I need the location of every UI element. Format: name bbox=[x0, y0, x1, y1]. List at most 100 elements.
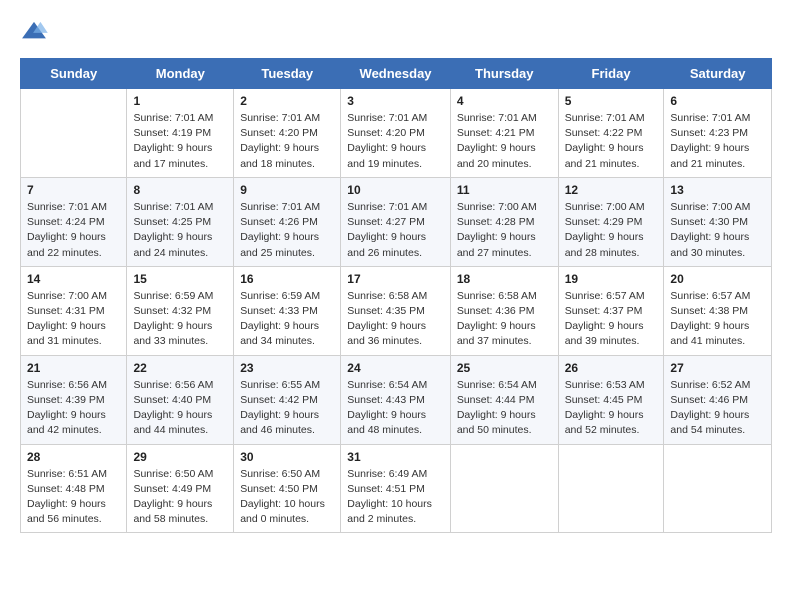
cell-info: Sunrise: 6:52 AMSunset: 4:46 PMDaylight:… bbox=[670, 378, 765, 439]
day-number: 23 bbox=[240, 361, 334, 375]
day-number: 3 bbox=[347, 94, 444, 108]
page-header bbox=[20, 20, 772, 42]
cell-info: Sunrise: 7:01 AMSunset: 4:25 PMDaylight:… bbox=[133, 200, 227, 261]
calendar-cell: 15 Sunrise: 6:59 AMSunset: 4:32 PMDaylig… bbox=[127, 266, 234, 355]
calendar-week-row: 21 Sunrise: 6:56 AMSunset: 4:39 PMDaylig… bbox=[21, 355, 772, 444]
cell-info: Sunrise: 6:58 AMSunset: 4:36 PMDaylight:… bbox=[457, 289, 552, 350]
cell-info: Sunrise: 6:55 AMSunset: 4:42 PMDaylight:… bbox=[240, 378, 334, 439]
day-number: 2 bbox=[240, 94, 334, 108]
day-number: 26 bbox=[565, 361, 658, 375]
cell-info: Sunrise: 6:57 AMSunset: 4:38 PMDaylight:… bbox=[670, 289, 765, 350]
day-number: 24 bbox=[347, 361, 444, 375]
cell-info: Sunrise: 7:01 AMSunset: 4:19 PMDaylight:… bbox=[133, 111, 227, 172]
calendar-cell: 27 Sunrise: 6:52 AMSunset: 4:46 PMDaylig… bbox=[664, 355, 772, 444]
calendar-cell bbox=[450, 444, 558, 533]
calendar-cell: 9 Sunrise: 7:01 AMSunset: 4:26 PMDayligh… bbox=[234, 177, 341, 266]
cell-info: Sunrise: 7:01 AMSunset: 4:26 PMDaylight:… bbox=[240, 200, 334, 261]
cell-info: Sunrise: 6:56 AMSunset: 4:40 PMDaylight:… bbox=[133, 378, 227, 439]
cell-info: Sunrise: 6:59 AMSunset: 4:33 PMDaylight:… bbox=[240, 289, 334, 350]
cell-info: Sunrise: 6:50 AMSunset: 4:49 PMDaylight:… bbox=[133, 467, 227, 528]
cell-info: Sunrise: 7:01 AMSunset: 4:24 PMDaylight:… bbox=[27, 200, 120, 261]
calendar-cell: 31 Sunrise: 6:49 AMSunset: 4:51 PMDaylig… bbox=[341, 444, 451, 533]
day-number: 13 bbox=[670, 183, 765, 197]
cell-info: Sunrise: 7:00 AMSunset: 4:31 PMDaylight:… bbox=[27, 289, 120, 350]
day-number: 10 bbox=[347, 183, 444, 197]
cell-info: Sunrise: 7:01 AMSunset: 4:22 PMDaylight:… bbox=[565, 111, 658, 172]
calendar-cell: 19 Sunrise: 6:57 AMSunset: 4:37 PMDaylig… bbox=[558, 266, 664, 355]
day-number: 28 bbox=[27, 450, 120, 464]
day-number: 11 bbox=[457, 183, 552, 197]
calendar-cell: 22 Sunrise: 6:56 AMSunset: 4:40 PMDaylig… bbox=[127, 355, 234, 444]
logo-icon bbox=[20, 20, 48, 42]
cell-info: Sunrise: 6:51 AMSunset: 4:48 PMDaylight:… bbox=[27, 467, 120, 528]
calendar-cell: 2 Sunrise: 7:01 AMSunset: 4:20 PMDayligh… bbox=[234, 89, 341, 178]
weekday-header-cell: Tuesday bbox=[234, 59, 341, 89]
calendar-cell: 14 Sunrise: 7:00 AMSunset: 4:31 PMDaylig… bbox=[21, 266, 127, 355]
day-number: 31 bbox=[347, 450, 444, 464]
calendar-week-row: 7 Sunrise: 7:01 AMSunset: 4:24 PMDayligh… bbox=[21, 177, 772, 266]
calendar-cell: 20 Sunrise: 6:57 AMSunset: 4:38 PMDaylig… bbox=[664, 266, 772, 355]
cell-info: Sunrise: 6:49 AMSunset: 4:51 PMDaylight:… bbox=[347, 467, 444, 528]
weekday-header-cell: Monday bbox=[127, 59, 234, 89]
cell-info: Sunrise: 7:01 AMSunset: 4:20 PMDaylight:… bbox=[347, 111, 444, 172]
weekday-header-cell: Sunday bbox=[21, 59, 127, 89]
calendar-cell: 21 Sunrise: 6:56 AMSunset: 4:39 PMDaylig… bbox=[21, 355, 127, 444]
calendar-body: 1 Sunrise: 7:01 AMSunset: 4:19 PMDayligh… bbox=[21, 89, 772, 533]
calendar-table: SundayMondayTuesdayWednesdayThursdayFrid… bbox=[20, 58, 772, 533]
day-number: 1 bbox=[133, 94, 227, 108]
cell-info: Sunrise: 6:53 AMSunset: 4:45 PMDaylight:… bbox=[565, 378, 658, 439]
calendar-cell: 30 Sunrise: 6:50 AMSunset: 4:50 PMDaylig… bbox=[234, 444, 341, 533]
logo bbox=[20, 20, 52, 42]
calendar-cell: 24 Sunrise: 6:54 AMSunset: 4:43 PMDaylig… bbox=[341, 355, 451, 444]
cell-info: Sunrise: 6:54 AMSunset: 4:44 PMDaylight:… bbox=[457, 378, 552, 439]
day-number: 30 bbox=[240, 450, 334, 464]
day-number: 4 bbox=[457, 94, 552, 108]
calendar-cell: 5 Sunrise: 7:01 AMSunset: 4:22 PMDayligh… bbox=[558, 89, 664, 178]
cell-info: Sunrise: 7:01 AMSunset: 4:20 PMDaylight:… bbox=[240, 111, 334, 172]
day-number: 9 bbox=[240, 183, 334, 197]
cell-info: Sunrise: 7:00 AMSunset: 4:28 PMDaylight:… bbox=[457, 200, 552, 261]
calendar-cell: 25 Sunrise: 6:54 AMSunset: 4:44 PMDaylig… bbox=[450, 355, 558, 444]
calendar-cell: 11 Sunrise: 7:00 AMSunset: 4:28 PMDaylig… bbox=[450, 177, 558, 266]
calendar-week-row: 1 Sunrise: 7:01 AMSunset: 4:19 PMDayligh… bbox=[21, 89, 772, 178]
calendar-cell: 7 Sunrise: 7:01 AMSunset: 4:24 PMDayligh… bbox=[21, 177, 127, 266]
day-number: 7 bbox=[27, 183, 120, 197]
day-number: 6 bbox=[670, 94, 765, 108]
calendar-cell: 1 Sunrise: 7:01 AMSunset: 4:19 PMDayligh… bbox=[127, 89, 234, 178]
calendar-cell: 26 Sunrise: 6:53 AMSunset: 4:45 PMDaylig… bbox=[558, 355, 664, 444]
calendar-cell: 18 Sunrise: 6:58 AMSunset: 4:36 PMDaylig… bbox=[450, 266, 558, 355]
day-number: 15 bbox=[133, 272, 227, 286]
cell-info: Sunrise: 6:58 AMSunset: 4:35 PMDaylight:… bbox=[347, 289, 444, 350]
cell-info: Sunrise: 7:00 AMSunset: 4:29 PMDaylight:… bbox=[565, 200, 658, 261]
cell-info: Sunrise: 6:54 AMSunset: 4:43 PMDaylight:… bbox=[347, 378, 444, 439]
calendar-cell: 23 Sunrise: 6:55 AMSunset: 4:42 PMDaylig… bbox=[234, 355, 341, 444]
calendar-week-row: 14 Sunrise: 7:00 AMSunset: 4:31 PMDaylig… bbox=[21, 266, 772, 355]
cell-info: Sunrise: 6:50 AMSunset: 4:50 PMDaylight:… bbox=[240, 467, 334, 528]
cell-info: Sunrise: 7:01 AMSunset: 4:21 PMDaylight:… bbox=[457, 111, 552, 172]
day-number: 8 bbox=[133, 183, 227, 197]
day-number: 17 bbox=[347, 272, 444, 286]
calendar-cell: 13 Sunrise: 7:00 AMSunset: 4:30 PMDaylig… bbox=[664, 177, 772, 266]
cell-info: Sunrise: 7:01 AMSunset: 4:27 PMDaylight:… bbox=[347, 200, 444, 261]
weekday-header-row: SundayMondayTuesdayWednesdayThursdayFrid… bbox=[21, 59, 772, 89]
day-number: 12 bbox=[565, 183, 658, 197]
day-number: 5 bbox=[565, 94, 658, 108]
weekday-header-cell: Friday bbox=[558, 59, 664, 89]
calendar-cell bbox=[664, 444, 772, 533]
cell-info: Sunrise: 6:59 AMSunset: 4:32 PMDaylight:… bbox=[133, 289, 227, 350]
calendar-cell: 29 Sunrise: 6:50 AMSunset: 4:49 PMDaylig… bbox=[127, 444, 234, 533]
day-number: 27 bbox=[670, 361, 765, 375]
day-number: 21 bbox=[27, 361, 120, 375]
weekday-header-cell: Wednesday bbox=[341, 59, 451, 89]
calendar-cell: 6 Sunrise: 7:01 AMSunset: 4:23 PMDayligh… bbox=[664, 89, 772, 178]
day-number: 25 bbox=[457, 361, 552, 375]
day-number: 20 bbox=[670, 272, 765, 286]
calendar-cell bbox=[21, 89, 127, 178]
calendar-cell: 8 Sunrise: 7:01 AMSunset: 4:25 PMDayligh… bbox=[127, 177, 234, 266]
cell-info: Sunrise: 6:57 AMSunset: 4:37 PMDaylight:… bbox=[565, 289, 658, 350]
calendar-cell: 10 Sunrise: 7:01 AMSunset: 4:27 PMDaylig… bbox=[341, 177, 451, 266]
calendar-cell: 12 Sunrise: 7:00 AMSunset: 4:29 PMDaylig… bbox=[558, 177, 664, 266]
cell-info: Sunrise: 7:01 AMSunset: 4:23 PMDaylight:… bbox=[670, 111, 765, 172]
day-number: 22 bbox=[133, 361, 227, 375]
calendar-cell: 16 Sunrise: 6:59 AMSunset: 4:33 PMDaylig… bbox=[234, 266, 341, 355]
